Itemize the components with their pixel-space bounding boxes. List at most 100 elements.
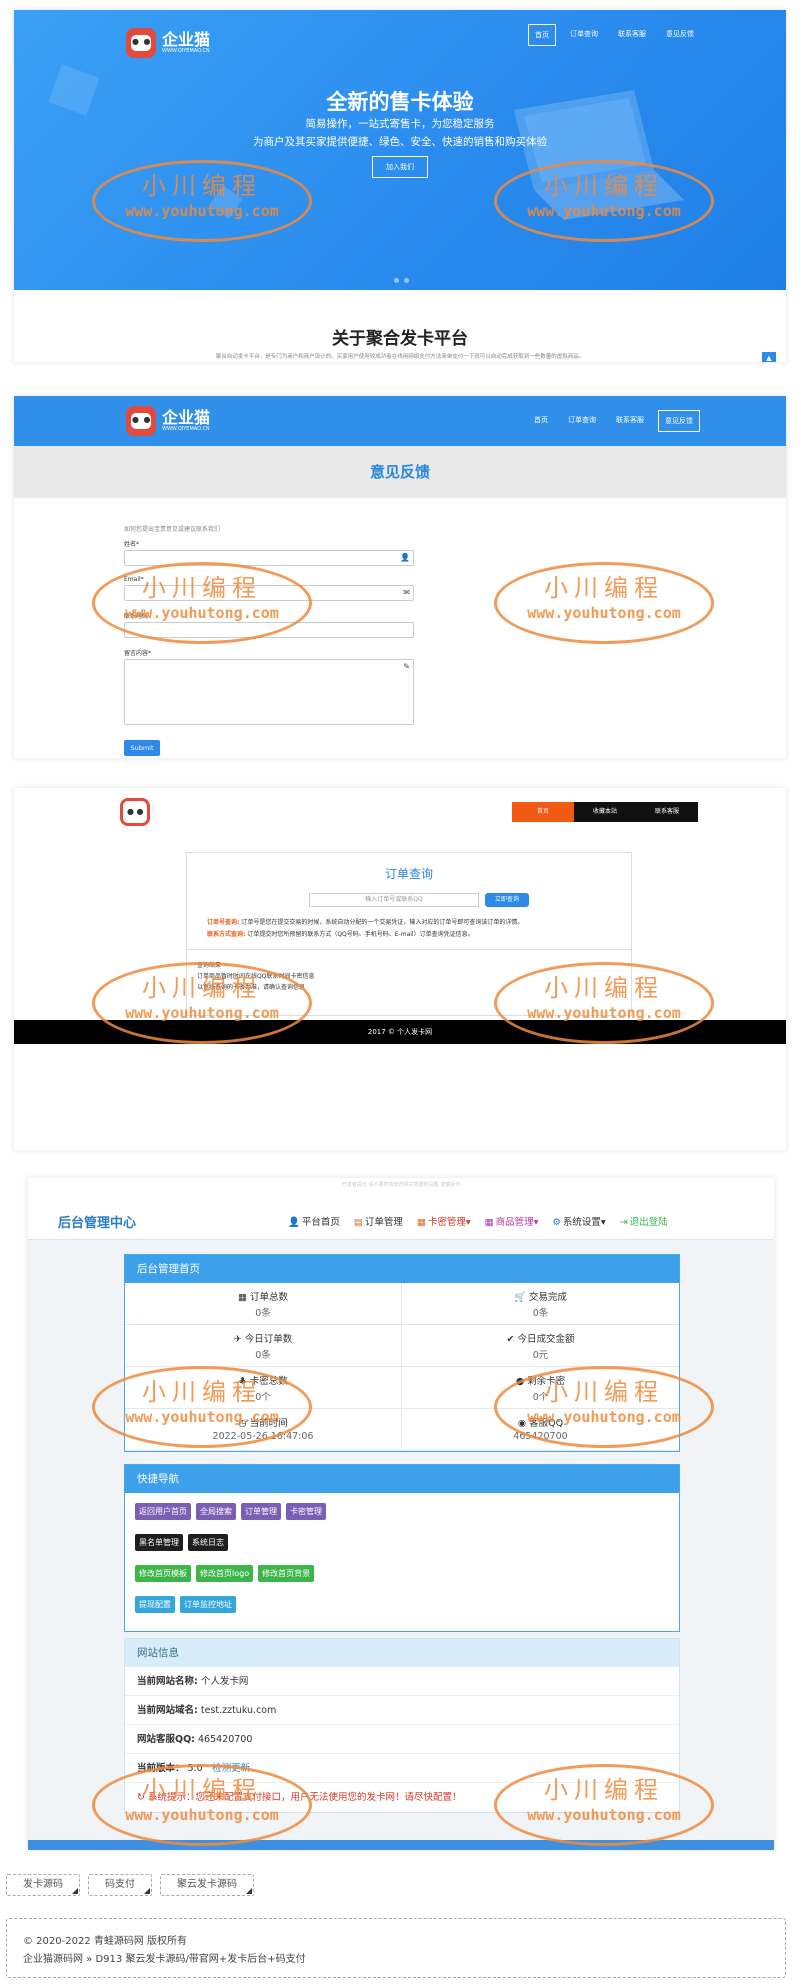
email-label: Email* [124, 576, 144, 583]
admin-header: 后台管理中心 👤 平台首页 ▤ 订单管理 ▦ 卡密管理▾ ▦ 商品管理▾ ⚙ 系统设置▾ … [28, 1200, 774, 1240]
info-version: 当前版本： 5.0 检测更新 [125, 1754, 679, 1783]
stat-total-cards: ♣ 卡密总数 0个 [125, 1367, 402, 1409]
panel-title: 网站信息 [125, 1639, 679, 1667]
grid-icon: ▦ [237, 1292, 247, 1303]
nav-order-query[interactable]: 订单查询 [562, 410, 602, 432]
stat-label: 订单总数 [250, 1292, 289, 1303]
system-log-button[interactable]: 系统日志 [188, 1534, 228, 1551]
content-label: 留言内容* [124, 650, 152, 657]
user-icon: 👤 [288, 1217, 300, 1228]
card-management-button[interactable]: 卡密管理 [286, 1503, 326, 1520]
copyright: © 2020-2022 青蛙源码网 版权所有 [23, 1936, 188, 1947]
order-monitor-button[interactable]: 订单监控地址 [180, 1596, 236, 1613]
site-logo[interactable]: 企业猫 WWW.QIYEMAO.CN [126, 28, 210, 58]
cat-logo-icon [126, 406, 156, 436]
admin-nav: 👤 平台首页 ▤ 订单管理 ▦ 卡密管理▾ ▦ 商品管理▾ ⚙ 系统设置▾ ⇥ 退出登陆 [288, 1214, 668, 1228]
nav-order-management[interactable]: ▤ 订单管理 [354, 1214, 403, 1228]
hero-subtitle: 简易操作，一站式寄售卡，为您稳定服务 [305, 118, 495, 130]
top-nav: 首页 订单查询 联系客服 意见反馈 [528, 410, 700, 432]
tag-link[interactable]: 聚云发卡源码 [160, 1874, 254, 1896]
tag-link[interactable]: 码支付 [88, 1874, 152, 1896]
info-site-domain: 当前网站域名: test.zztuku.com [125, 1696, 679, 1725]
email-field[interactable]: ✉ [124, 585, 414, 601]
quick-nav: 返回用户首页 全局搜索 订单管理 卡密管理 黑名单管理 系统日志 修改首页模板 … [125, 1493, 679, 1631]
tag-list: 发卡源码 码支付 聚云发卡源码 [6, 1874, 254, 1896]
clock-icon: ◷ [238, 1418, 247, 1429]
qq-icon: ◉ [517, 1418, 527, 1429]
stat-value: 2022-05-26 16:47:06 [212, 1431, 314, 1442]
cat-logo-icon [120, 798, 150, 826]
site-logo[interactable]: 企业猫 WWW.QIYEMAO.CN [126, 406, 210, 436]
stat-label: 交易完成 [528, 1292, 567, 1303]
warning-text: 系统提示：您还未配置支付接口，用户无法使用您的发卡网！请尽快配置！ [147, 1792, 462, 1803]
nav-home[interactable]: 首页 [528, 24, 556, 46]
order-search-input[interactable]: 输入订单号或联系QQ [309, 893, 479, 907]
nav-home[interactable]: 首页 [528, 410, 554, 432]
stat-completed: 🛒 交易完成 0条 [402, 1283, 679, 1325]
landing-screenshot: 企业猫 WWW.QIYEMAO.CN 首页 订单查询 联系客服 意见反馈 全新的… [14, 10, 786, 362]
breadcrumb[interactable]: 企业猫源码网 » D913 聚云发卡源码/带官网+发卡后台+码支付 [23, 1951, 769, 1969]
quick-nav-panel: 快捷导航 返回用户首页 全局搜索 订单管理 卡密管理 黑名单管理 系统日志 修改… [124, 1464, 680, 1632]
nav-contact[interactable]: 联系客服 [636, 802, 698, 822]
nav-contact[interactable]: 联系客服 [610, 410, 650, 432]
header-bar: 企业猫 WWW.QIYEMAO.CN 首页 订单查询 联系客服 意见反馈 [14, 396, 786, 446]
nav-order-query[interactable]: 订单查询 [564, 24, 604, 46]
nav-home[interactable]: 首页 [512, 802, 574, 822]
nav-label: 平台首页 [301, 1217, 340, 1228]
content-textarea[interactable]: ✎ [124, 659, 414, 725]
edit-template-button[interactable]: 修改首页模板 [135, 1565, 191, 1582]
back-to-top-icon[interactable]: ▲ [762, 352, 776, 362]
join-button[interactable]: 加入我们 [372, 156, 428, 178]
phone-field[interactable] [124, 622, 414, 638]
info-key: 当前版本： [137, 1763, 185, 1774]
carousel-dots[interactable] [394, 278, 409, 283]
result-line: 订单商品暂时时间在线QQ联系时间卡密信息 [197, 973, 315, 980]
check-update-link[interactable]: 检测更新 [212, 1763, 250, 1774]
info-service-qq: 网站客服QQ: 465420700 [125, 1725, 679, 1754]
tag-link[interactable]: 发卡源码 [6, 1874, 80, 1896]
page-footer: © 2020-2022 青蛙源码网 版权所有 企业猫源码网 » D913 聚云发… [6, 1918, 786, 1978]
nav-system-settings[interactable]: ⚙ 系统设置▾ [552, 1214, 605, 1228]
logo-subtext: WWW.QIYEMAO.CN [162, 426, 210, 432]
withdraw-config-button[interactable]: 提现配置 [135, 1596, 175, 1613]
result-line: 以系统查询的卡密为准，请确认查询信息 [197, 984, 306, 991]
admin-brand[interactable]: 后台管理中心 [58, 1212, 136, 1231]
hero-decoration [209, 185, 243, 219]
edit-background-button[interactable]: 修改首页背景 [258, 1565, 315, 1582]
nav-bookmark[interactable]: 收藏本站 [574, 802, 636, 822]
order-management-button[interactable]: 订单管理 [241, 1503, 281, 1520]
user-icon: 👤 [400, 553, 410, 562]
stat-label: 剩余卡密 [527, 1376, 566, 1387]
nav-feedback[interactable]: 意见反馈 [658, 410, 700, 432]
submit-button[interactable]: Submit [124, 740, 160, 756]
stat-remaining-cards: ● 剩余卡密 0个 [402, 1367, 679, 1409]
cart-icon: 🛒 [514, 1292, 526, 1303]
result-title: 查询结果 [197, 962, 222, 969]
nav-platform-home[interactable]: 👤 平台首页 [288, 1214, 340, 1228]
nav-logout[interactable]: ⇥ 退出登陆 [620, 1214, 668, 1228]
back-to-home-button[interactable]: 返回用户首页 [135, 1503, 191, 1520]
stat-value: 0条 [255, 1350, 271, 1361]
site-logo[interactable] [120, 798, 150, 826]
top-nav: 首页 收藏本站 联系客服 [512, 802, 698, 822]
info-value: 465420700 [197, 1734, 253, 1745]
panel-title: 后台管理首页 [125, 1255, 679, 1283]
stat-today-amount: ✔ 今日成交金额 0元 [402, 1325, 679, 1367]
nav-card-management[interactable]: ▦ 卡密管理▾ [417, 1214, 471, 1228]
edit-logo-button[interactable]: 修改首页logo [196, 1565, 254, 1582]
list-icon: ▤ [353, 1217, 363, 1228]
stat-grid: ▦ 订单总数 0条 🛒 交易完成 0条 ✈ 今日订单数 0条 ✔ 今日成交金额 0元 ♣… [125, 1283, 679, 1451]
club-icon: ♣ [238, 1376, 247, 1387]
panel-title: 快捷导航 [125, 1465, 679, 1493]
gear-icon: ⚙ [552, 1217, 561, 1228]
name-field[interactable]: 👤 [124, 550, 414, 566]
blacklist-button[interactable]: 黑名单管理 [135, 1534, 183, 1551]
nav-feedback[interactable]: 意见反馈 [660, 24, 700, 46]
nav-label: 订单管理 [364, 1217, 403, 1228]
stat-value: 0条 [532, 1308, 549, 1319]
global-search-button[interactable]: 全局搜索 [196, 1503, 236, 1520]
query-button[interactable]: 立即查询 [485, 893, 529, 907]
nav-product-management[interactable]: ▦ 商品管理▾ [485, 1214, 539, 1228]
page: 企业猫 WWW.QIYEMAO.CN 首页 订单查询 联系客服 意见反馈 全新的… [0, 0, 800, 1987]
nav-contact[interactable]: 联系客服 [612, 24, 652, 46]
